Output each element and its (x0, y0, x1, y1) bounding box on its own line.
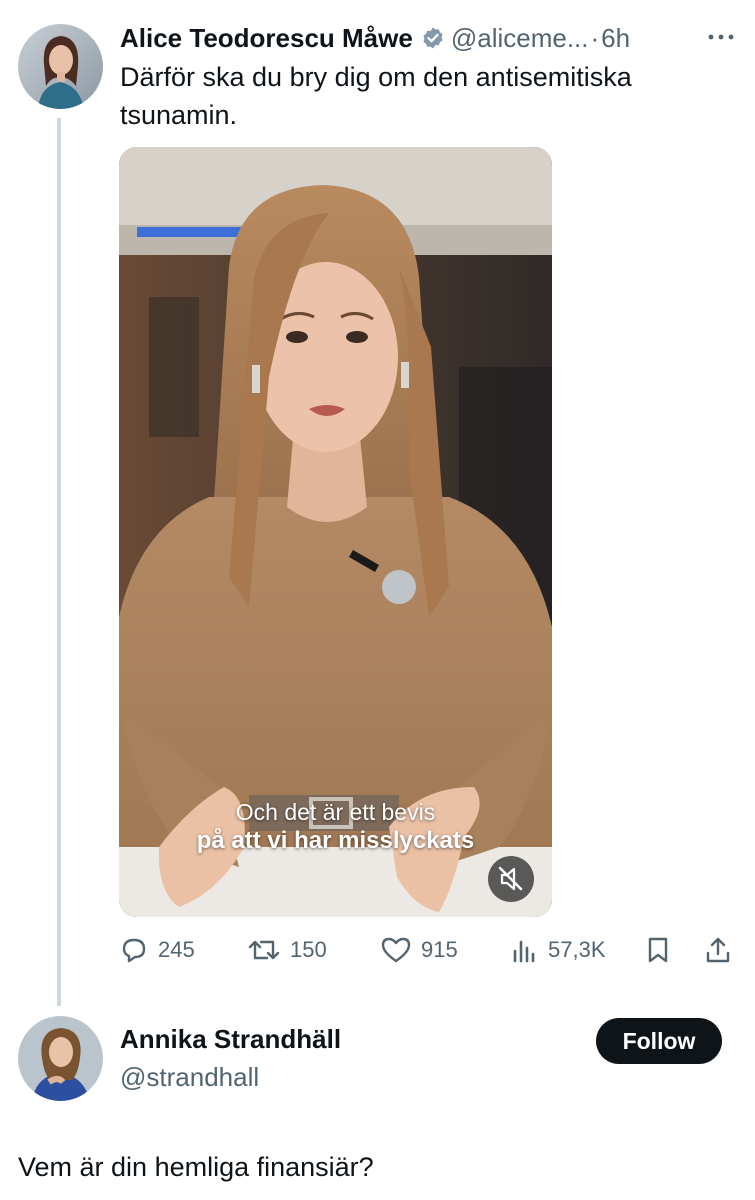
author-name[interactable]: Alice Teodorescu Måwe (120, 23, 413, 54)
author-avatar[interactable] (18, 24, 103, 109)
dot-separator: · (590, 22, 600, 53)
bookmark-button[interactable] (643, 928, 681, 972)
reply-text: Vem är din hemliga finansiär? (18, 1152, 374, 1182)
like-button[interactable]: 915 (379, 928, 458, 972)
video-caption-line1: Och det är ett bevis (235, 799, 436, 825)
tweet-text: Därför ska du bry dig om den antisemitis… (120, 62, 632, 130)
verified-badge-icon (421, 26, 445, 50)
more-icon[interactable] (704, 22, 738, 52)
like-icon (381, 937, 411, 963)
retweet-icon (248, 940, 280, 960)
video-caption-line2: på att vi har misslyckats (196, 827, 475, 854)
like-count: 915 (421, 937, 458, 962)
mute-icon[interactable] (488, 856, 534, 902)
reply-icon (122, 938, 146, 963)
reply-user-handle[interactable]: @strandhall (120, 1062, 259, 1093)
views-count: 57,3K (548, 937, 606, 962)
share-button[interactable] (702, 928, 742, 972)
reply-user-avatar[interactable] (18, 1016, 103, 1101)
views-button[interactable]: 57,3K (510, 928, 606, 972)
bookmark-icon (648, 937, 668, 963)
retweet-count: 150 (290, 937, 327, 962)
thread-line (57, 118, 61, 1006)
tweet-video[interactable]: Och det är ett bevis på att vi har missl… (119, 147, 552, 917)
tweet-timestamp[interactable]: 6h (601, 23, 630, 54)
share-icon (706, 937, 730, 963)
views-icon (513, 940, 535, 963)
reply-count: 245 (158, 937, 195, 962)
reply-user-name[interactable]: Annika Strandhäll (120, 1024, 341, 1055)
reply-button[interactable]: 245 (118, 928, 195, 972)
tweet-header: Alice Teodorescu Måwe @aliceme... · 6h (120, 18, 630, 58)
tweet-actions: 245 150 915 57,3K (118, 928, 738, 972)
follow-button[interactable]: Follow (596, 1018, 722, 1064)
retweet-button[interactable]: 150 (246, 928, 327, 972)
author-handle[interactable]: @aliceme... (451, 23, 589, 54)
